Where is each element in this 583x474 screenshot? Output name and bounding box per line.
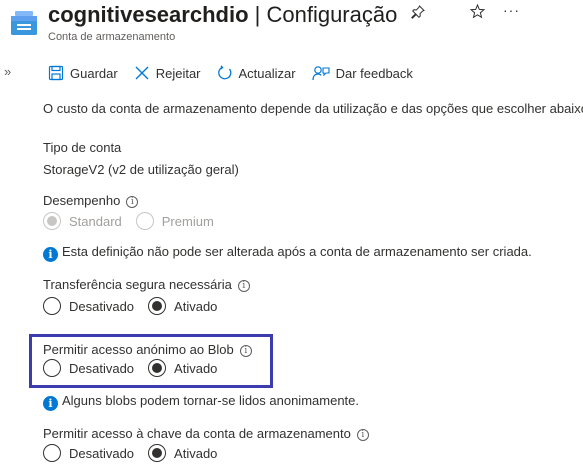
radio-label: Ativado [174,445,218,461]
radio-circle [148,444,167,462]
info-icon[interactable]: i [126,196,139,208]
info-filled-icon: i [43,396,58,411]
account-type-value: StorageV2 (v2 de utilização geral) [43,162,239,177]
radio-circle [148,297,167,315]
refresh-icon [217,65,231,80]
command-bar: Guardar Rejeitar Actualizar Dar feedback [48,60,429,86]
performance-radio-group: Standard Premium [43,212,228,230]
feedback-button[interactable]: Dar feedback [311,65,413,81]
discard-label: Rejeitar [155,65,201,81]
storage-account-icon [10,10,38,36]
secure-transfer-radio-group: Desativado Ativado [43,297,231,315]
secure-transfer-disabled-radio[interactable]: Desativado [43,297,134,315]
resource-type-subtitle: Conta de armazenamento [48,31,176,43]
feedback-label: Dar feedback [335,65,413,81]
radio-circle [43,297,61,315]
performance-note-text: Esta definição não pode ser alterada apó… [62,244,532,259]
radio-label: Ativado [174,298,218,314]
info-filled-icon: i [43,247,58,262]
ellipsis-icon[interactable]: ··· [503,2,520,18]
expand-menu-icon[interactable]: » [4,64,11,79]
performance-standard-radio: Standard [43,212,122,230]
account-type-label: Tipo de conta [43,140,122,155]
refresh-button[interactable]: Actualizar [217,65,296,81]
radio-label: Desativado [69,298,135,314]
radio-label: Premium [161,213,214,229]
key-access-label: Permitir acesso à chave da conta de arma… [43,426,369,441]
discard-button[interactable]: Rejeitar [134,65,201,81]
radio-circle [43,212,61,230]
key-access-radio-group: Desativado Ativado [43,444,231,462]
anonymous-blob-note-text: Alguns blobs podem tornar-se lidos anoni… [62,393,360,408]
save-icon [48,65,64,81]
pin-icon[interactable] [411,5,425,23]
save-button[interactable]: Guardar [48,65,118,81]
performance-note: i Esta definição não pode ser alterada ap… [43,244,532,262]
key-access-disabled-radio[interactable]: Desativado [43,444,134,462]
page-title: cognitivesearchdio | Configuração [48,1,397,29]
secure-transfer-label: Transferência segura necessária i [43,277,250,292]
info-icon[interactable]: i [356,429,369,441]
performance-label-text: Desempenho [43,193,121,208]
radio-circle [43,444,61,462]
star-icon[interactable] [469,3,486,23]
page-header: cognitivesearchdio | Configuração Conta … [0,0,583,48]
feedback-icon [311,66,330,81]
secure-transfer-label-text: Transferência segura necessária [43,277,232,292]
key-access-enabled-radio[interactable]: Ativado [148,444,217,462]
key-access-label-text: Permitir acesso à chave da conta de arma… [43,426,351,441]
blade-name: Configuração [266,2,398,27]
close-icon [135,66,149,80]
radio-label: Desativado [69,445,135,461]
cost-intro-text: O custo da conta de armazenamento depend… [43,101,583,116]
refresh-label: Actualizar [238,65,296,81]
radio-label: Standard [69,213,122,229]
radio-circle [135,212,154,230]
resource-name: cognitivesearchdio [48,2,249,27]
performance-label: Desempenho i [43,193,139,208]
info-icon[interactable]: i [237,280,250,292]
performance-premium-radio: Premium [135,212,214,230]
save-label: Guardar [70,65,118,81]
anonymous-blob-note: i Alguns blobs podem tornar-se lidos anon… [43,393,359,411]
title-separator: | [248,2,267,27]
highlight-annotation-box [29,334,273,388]
secure-transfer-enabled-radio[interactable]: Ativado [148,297,217,315]
